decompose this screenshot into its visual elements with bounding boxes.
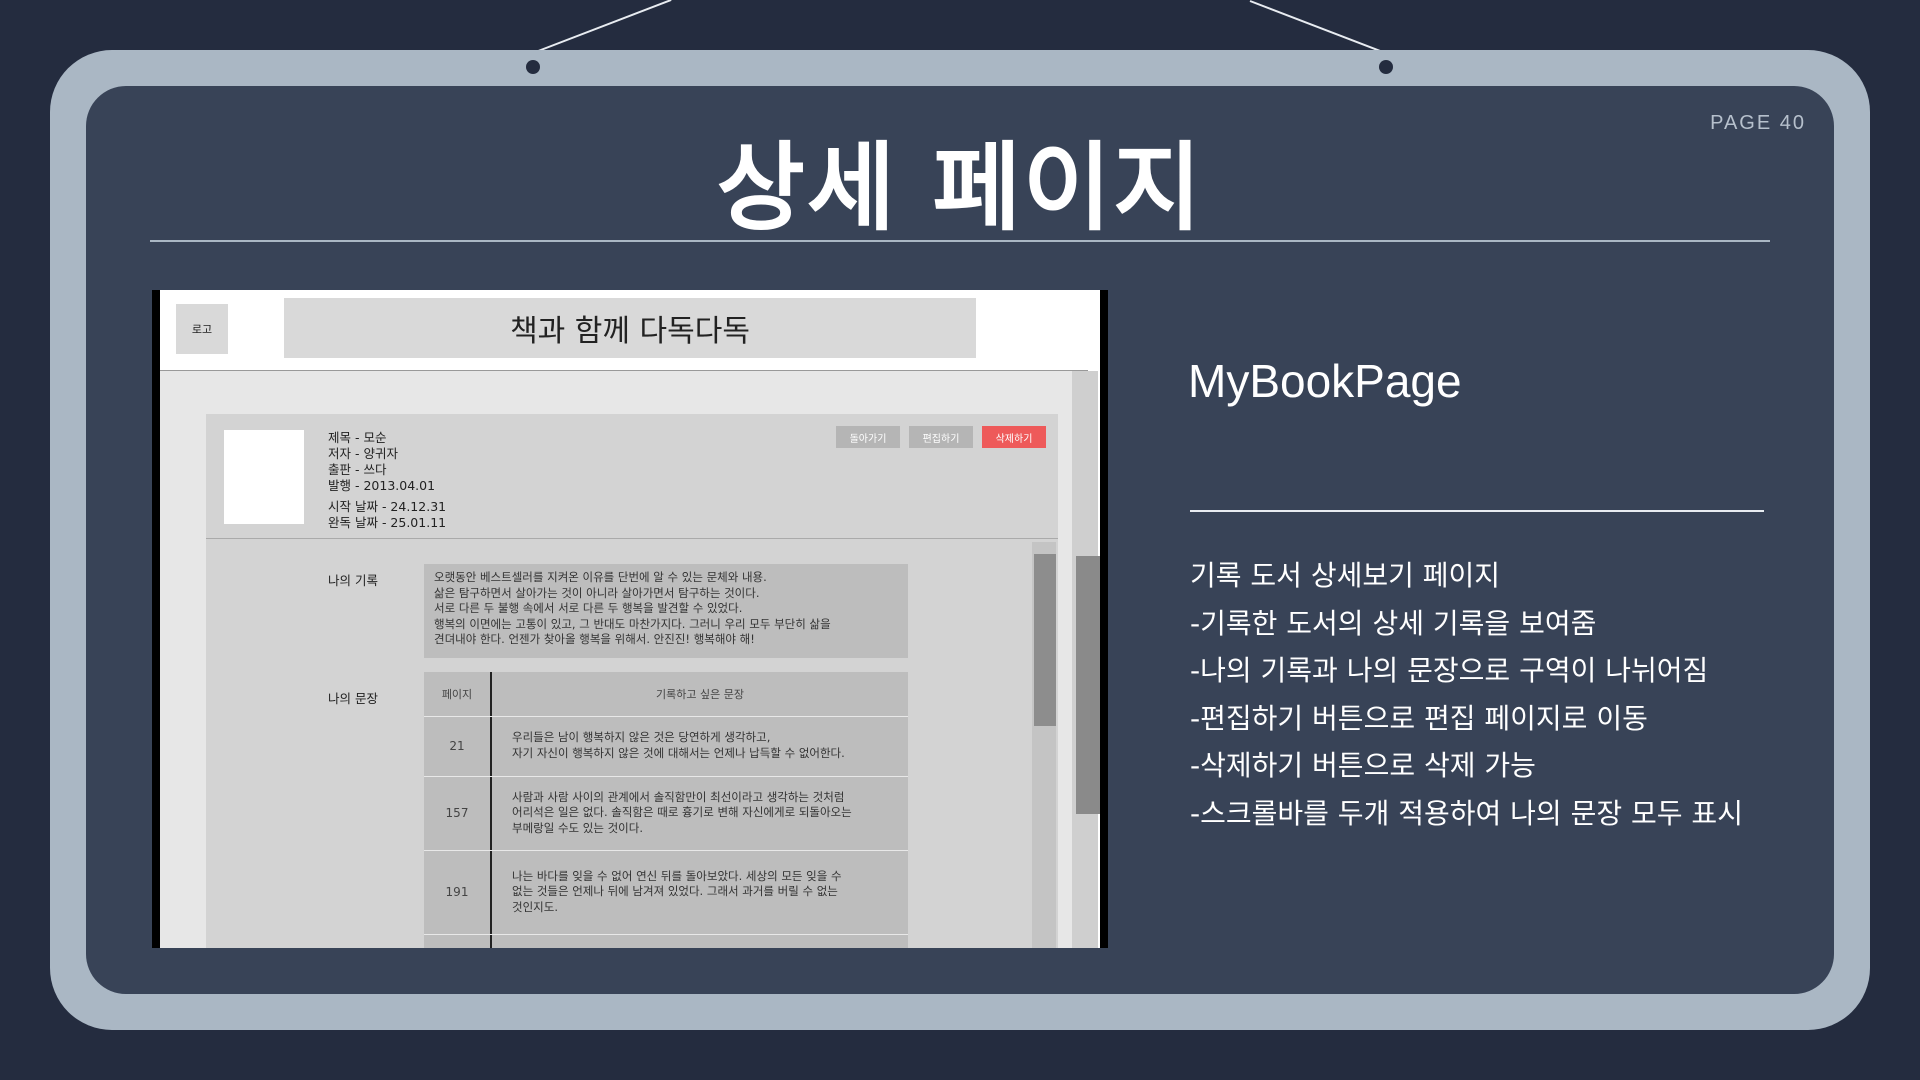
sentence-line: 나는 바다를 잊을 수 없어 연신 뒤를 돌아보았다. 세상의 모든 잊을 수 bbox=[512, 868, 842, 883]
my-sentences-label: 나의 문장 bbox=[328, 691, 378, 706]
sentence-page: 21 bbox=[449, 739, 465, 753]
record-line: 삶은 탐구하면서 살아가는 것이 아니라 살아가면서 탐구하는 것이다. bbox=[434, 585, 760, 600]
record-line: 행복의 이면에는 고통이 있고, 그 반대도 마찬가지다. 그러니 우리 모두 … bbox=[434, 616, 831, 631]
sentence-line: 우리들은 남이 행복하지 않은 것은 당연하게 생각하고, bbox=[512, 730, 771, 745]
column-header-page: 페이지 bbox=[441, 688, 473, 701]
description-divider bbox=[1190, 510, 1764, 512]
book-publisher: 출판 - 쓰다 bbox=[328, 462, 387, 477]
sentence-line: 없는 것들은 언제나 뒤에 남겨져 있었다. 그래서 과거를 버릴 수 없는 bbox=[512, 884, 838, 899]
table-row: 나는 바다를 잊을 수 없어 연신 뒤를 돌아보았다. 세상의 모든 잊을 수 … bbox=[512, 851, 902, 933]
sentence-line: 사람과 사람 사이의 관계에서 솔직함만이 최선이라고 생각하는 것처럼 bbox=[512, 789, 845, 804]
project-name: MyBookPage bbox=[1188, 355, 1462, 407]
sentence-page: 191 bbox=[445, 885, 469, 899]
inner-scrollbar-thumb[interactable] bbox=[1034, 554, 1056, 726]
hanging-string-right bbox=[1249, 0, 1389, 55]
description-heading: 기록 도서 상세보기 페이지 bbox=[1190, 559, 1501, 592]
book-detail-card: 제목 - 모순 저자 - 양귀자 출판 - 쓰다 발행 - 2013.04.01… bbox=[206, 414, 1058, 948]
book-title: 제목 - 모순 bbox=[328, 430, 387, 445]
start-date: 시작 날짜 - 24.12.31 bbox=[328, 499, 447, 514]
record-line: 견뎌내야 한다. 언젠가 찾아올 행복을 위해서. 안진진! 행복해야 해! bbox=[434, 632, 755, 647]
slide-title: 상세 페이지 bbox=[716, 132, 1204, 244]
pin-right bbox=[1379, 60, 1393, 74]
description-item: -편집하기 버튼으로 편집 페이지로 이동 bbox=[1190, 701, 1648, 735]
sentence-line: 어리석은 일은 없다. 솔직함은 때로 흉기로 변해 자신에게로 되돌아오는 bbox=[512, 805, 852, 820]
delete-button[interactable]: 삭제하기 bbox=[982, 426, 1046, 448]
app-title: 책과 함께 다독다독 bbox=[284, 298, 976, 358]
row-divider bbox=[424, 934, 908, 935]
sentence-page: 157 bbox=[445, 806, 469, 820]
table-row: 우리들은 남이 행복하지 않은 것은 당연하게 생각하고, 자기 자신이 행복하… bbox=[512, 717, 902, 775]
finish-date: 완독 날짜 - 25.01.11 bbox=[328, 515, 447, 530]
back-button[interactable]: 돌아가기 bbox=[836, 426, 900, 448]
description-item: -기록한 도서의 상세 기록을 보여줌 bbox=[1190, 606, 1597, 640]
card-divider bbox=[206, 538, 1058, 539]
table-row: 사람과 사람 사이의 관계에서 솔직함만이 최선이라고 생각하는 것처럼 어리석… bbox=[512, 777, 902, 849]
book-author: 저자 - 양귀자 bbox=[328, 446, 398, 461]
pin-left bbox=[526, 60, 540, 74]
outer-scrollbar-thumb[interactable] bbox=[1076, 556, 1100, 814]
description-item: -나의 기록과 나의 문장으로 구역이 나뉘어짐 bbox=[1190, 654, 1709, 687]
title-divider bbox=[150, 240, 1770, 242]
book-cover-image bbox=[224, 430, 304, 524]
book-meta: 제목 - 모순 저자 - 양귀자 출판 - 쓰다 발행 - 2013.04.01… bbox=[328, 430, 446, 531]
record-line: 오랫동안 베스트셀러를 지켜온 이유를 단번에 알 수 있는 문체와 내용. bbox=[434, 570, 767, 584]
hanging-string-left bbox=[532, 0, 672, 54]
book-published-date: 발행 - 2013.04.01 bbox=[328, 478, 436, 493]
description-item: -스크롤바를 두개 적용하여 나의 문장 모두 표시 bbox=[1190, 796, 1743, 830]
record-line: 서로 다른 두 불행 속에서 서로 다른 두 행복을 발견할 수 있었다. bbox=[434, 601, 743, 616]
edit-button[interactable]: 편집하기 bbox=[909, 426, 973, 448]
my-record-text: 오랫동안 베스트셀러를 지켜온 이유를 단번에 알 수 있는 문체와 내용. 삶… bbox=[424, 564, 908, 658]
column-header-sentence: 기록하고 싶은 문장 bbox=[656, 688, 744, 701]
sentence-line: 것인지도. bbox=[512, 899, 558, 914]
logo[interactable]: 로고 bbox=[176, 304, 228, 354]
description-item: -삭제하기 버튼으로 삭제 가능 bbox=[1190, 749, 1536, 782]
sentences-table: 페이지 기록하고 싶은 문장 21 우리들은 남이 행복하지 않은 것은 당연하… bbox=[424, 672, 908, 948]
description-list: 기록 도서 상세보기 페이지 -기록한 도서의 상세 기록을 보여줌 -나의 기… bbox=[1190, 552, 1743, 837]
column-divider bbox=[490, 672, 492, 948]
sentence-line: 자기 자신이 행복하지 않은 것에 대해서는 언제나 납득할 수 없어한다. bbox=[512, 746, 845, 760]
app-window: 로고 책과 함께 다독다독 제목 - 모순 저자 - 양귀자 출판 - 쓰다 발… bbox=[160, 290, 1100, 948]
app-screenshot: 로고 책과 함께 다독다독 제목 - 모순 저자 - 양귀자 출판 - 쓰다 발… bbox=[152, 290, 1108, 948]
sentence-line: 부메랑일 수도 있는 것이다. bbox=[512, 820, 644, 835]
my-record-label: 나의 기록 bbox=[328, 573, 378, 588]
